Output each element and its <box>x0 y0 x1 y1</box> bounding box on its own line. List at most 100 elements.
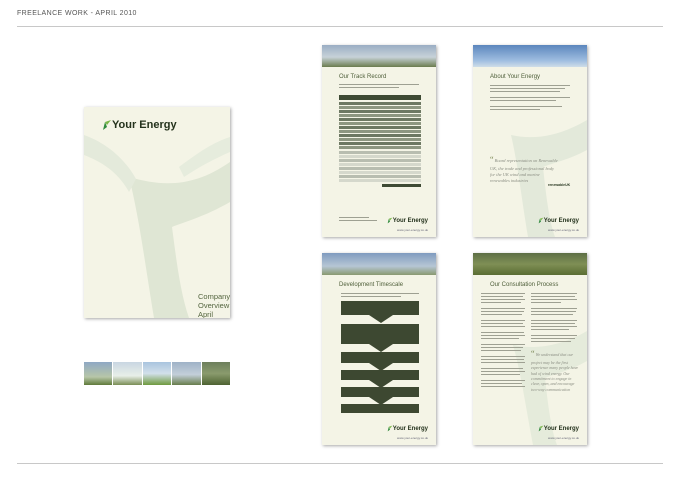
landscape-photo <box>201 362 231 385</box>
body-text-line <box>531 302 561 304</box>
table-row <box>339 134 421 137</box>
body-text-line <box>531 320 577 322</box>
body-text-line <box>481 332 524 334</box>
intro-text-line <box>341 293 419 295</box>
body-text-line <box>531 338 575 340</box>
intro-text-line <box>339 84 419 86</box>
table-row <box>339 122 421 125</box>
table-row <box>339 146 421 149</box>
cover-photo-strip <box>84 362 231 385</box>
body-text-line <box>531 314 573 316</box>
turbine-photo <box>172 362 201 385</box>
table-row <box>339 102 421 105</box>
brand-name: Your Energy <box>392 217 428 224</box>
body-text-line <box>481 359 524 361</box>
website-url: www.your-energy.co.uk <box>397 436 428 440</box>
footnote-line <box>339 220 377 222</box>
table-row <box>339 142 421 145</box>
body-text-line <box>481 383 522 385</box>
bullet-text-line <box>490 97 570 99</box>
bullet-text-line <box>490 100 556 102</box>
body-text-line <box>531 341 571 343</box>
timescale-step <box>341 352 419 363</box>
brand-logo: Your Energy <box>102 119 177 131</box>
pull-quote: “ We understand that our project may be … <box>531 349 579 392</box>
step-arrow-icon <box>369 344 393 352</box>
table-row <box>339 167 421 170</box>
body-text-line <box>531 335 577 337</box>
cover-title: Company Overview April 2010 <box>198 292 230 318</box>
turbine-header-photo <box>473 45 587 67</box>
brand-name: Your Energy <box>392 425 428 432</box>
body-text-line <box>531 293 577 295</box>
cover-page: Your Energy Company Overview April 2010 <box>84 107 230 318</box>
table-row <box>339 106 421 109</box>
intro-text-line <box>341 296 401 298</box>
body-text-line <box>481 347 523 349</box>
body-text-line <box>481 386 525 388</box>
bullet-text-line <box>490 106 562 108</box>
table-row <box>339 110 421 113</box>
page-timescale: Development Timescale Your Energy www.yo… <box>322 253 436 445</box>
website-url: www.your-energy.co.uk <box>548 436 579 440</box>
body-text-line <box>481 326 525 328</box>
body-text-line <box>481 311 524 313</box>
page-title: Development Timescale <box>339 282 404 288</box>
body-text-line <box>531 311 576 313</box>
brand-name: Your Energy <box>112 119 177 131</box>
body-text-line <box>531 296 575 298</box>
body-text-line <box>481 323 523 325</box>
brand-name: Your Energy <box>543 425 579 432</box>
table-row <box>339 155 421 158</box>
body-text-line <box>531 308 577 310</box>
page-title: Our Consultation Process <box>490 282 559 288</box>
body-text-line <box>481 338 519 340</box>
table-row <box>339 151 421 154</box>
turbine-photo <box>84 362 113 385</box>
body-text-line <box>481 371 525 373</box>
table-row <box>339 171 421 174</box>
turbine-photo <box>113 362 142 385</box>
page-track-record: Our Track Record Your Energy www.your-en… <box>322 45 436 237</box>
brand-logo: Your Energy <box>538 425 579 432</box>
table-row <box>339 138 421 141</box>
field-photo <box>142 362 172 385</box>
body-text-line <box>531 326 577 328</box>
body-text-line <box>531 299 577 301</box>
table-total-row <box>382 184 421 187</box>
table-row <box>339 118 421 121</box>
page-about: About Your Energy “ Board representation… <box>473 45 587 237</box>
brand-name: Your Energy <box>543 217 579 224</box>
logo-wing-icon <box>103 120 111 130</box>
brand-logo: Your Energy <box>538 217 579 224</box>
timescale-step <box>341 370 419 380</box>
intro-text-line <box>339 87 399 89</box>
pull-quote-text: We understand that our project may be th… <box>531 352 579 392</box>
body-text-line <box>481 356 525 358</box>
table-row <box>339 130 421 133</box>
page-title: About Your Energy <box>490 74 541 80</box>
brand-logo: Your Energy <box>387 425 428 432</box>
body-text-line <box>481 368 523 370</box>
step-arrow-icon <box>369 315 393 323</box>
table-row <box>339 159 421 162</box>
brand-logo: Your Energy <box>387 217 428 224</box>
body-text-line <box>481 350 521 352</box>
website-url: www.your-energy.co.uk <box>548 228 579 232</box>
table-row <box>339 175 421 178</box>
cover-title-line1: Company Overview <box>198 292 230 310</box>
projects-table-header <box>339 95 421 100</box>
body-text-line <box>481 296 523 298</box>
body-text-line <box>481 302 521 304</box>
body-text-line <box>481 362 525 364</box>
body-text-line <box>481 293 525 295</box>
bullet-text-line <box>490 88 565 90</box>
page-title: Our Track Record <box>339 74 387 80</box>
turbine-header-photo <box>322 45 436 67</box>
bullet-text-line <box>490 109 540 111</box>
table-row <box>339 163 421 166</box>
timescale-step <box>341 404 419 413</box>
footer-divider <box>17 463 663 464</box>
quote-mark-icon: “ <box>531 349 535 358</box>
footnote-line <box>339 217 369 219</box>
